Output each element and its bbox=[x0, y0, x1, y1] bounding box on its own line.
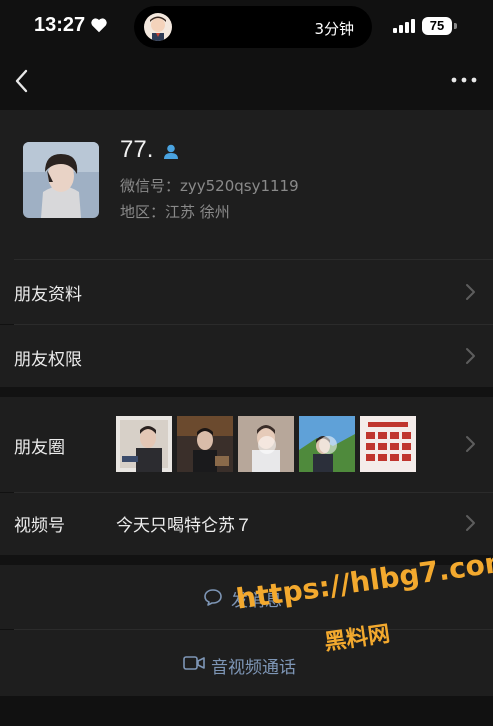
more-icon[interactable] bbox=[450, 72, 478, 88]
channels-name: 今天只喝特仑苏７ bbox=[116, 516, 252, 536]
row-moments[interactable]: 朋友圈 bbox=[0, 397, 493, 492]
moment-thumb bbox=[116, 416, 172, 472]
moment-thumb bbox=[299, 416, 355, 472]
chevron-right-icon bbox=[466, 284, 475, 300]
bottom-area bbox=[0, 698, 493, 726]
moment-thumb bbox=[238, 416, 294, 472]
moment-thumb bbox=[177, 416, 233, 472]
video-call-icon bbox=[183, 656, 205, 670]
row-friend-permissions[interactable]: 朋友权限 bbox=[0, 325, 493, 387]
chevron-right-icon bbox=[466, 348, 475, 364]
heart-icon bbox=[91, 18, 107, 33]
row-friend-info-label: 朋友资料 bbox=[14, 285, 82, 305]
nickname: 77. bbox=[120, 136, 154, 163]
back-icon[interactable] bbox=[10, 66, 34, 96]
island-avatar bbox=[144, 13, 172, 41]
status-time: 13:27 bbox=[34, 14, 86, 36]
battery-tip bbox=[454, 23, 457, 29]
row-channels-label: 视频号 bbox=[14, 516, 65, 536]
play-icon bbox=[319, 436, 337, 454]
chevron-right-icon bbox=[466, 436, 475, 452]
section-gap bbox=[0, 387, 493, 397]
profile-card: 77. 微信号：zyy520qsy1119 地区：江苏 徐州 bbox=[0, 110, 493, 260]
region: 地区：江苏 徐州 bbox=[120, 203, 230, 221]
call-duration: 3分钟 bbox=[314, 20, 354, 38]
moments-thumbnails bbox=[116, 416, 416, 472]
chevron-right-icon bbox=[466, 515, 475, 531]
status-bar: 13:27 3分钟 75 bbox=[0, 0, 493, 56]
avatar[interactable] bbox=[23, 142, 99, 218]
person-icon bbox=[164, 144, 178, 159]
wechat-id: 微信号：zyy520qsy1119 bbox=[120, 177, 299, 195]
row-friend-permissions-label: 朋友权限 bbox=[14, 350, 82, 370]
play-icon bbox=[258, 436, 276, 454]
row-channels[interactable]: 视频号 今天只喝特仑苏７ bbox=[0, 493, 493, 555]
row-friend-info[interactable]: 朋友资料 bbox=[0, 260, 493, 324]
dynamic-island[interactable]: 3分钟 bbox=[134, 6, 372, 48]
row-moments-label: 朋友圈 bbox=[14, 438, 65, 458]
video-call-label: 音视频通话 bbox=[211, 658, 296, 678]
moment-thumb bbox=[360, 416, 416, 472]
signal-icon bbox=[393, 19, 415, 33]
chat-icon bbox=[204, 589, 222, 606]
video-call-button[interactable]: 音视频通话 bbox=[0, 630, 493, 696]
battery-level: 75 bbox=[422, 17, 452, 35]
